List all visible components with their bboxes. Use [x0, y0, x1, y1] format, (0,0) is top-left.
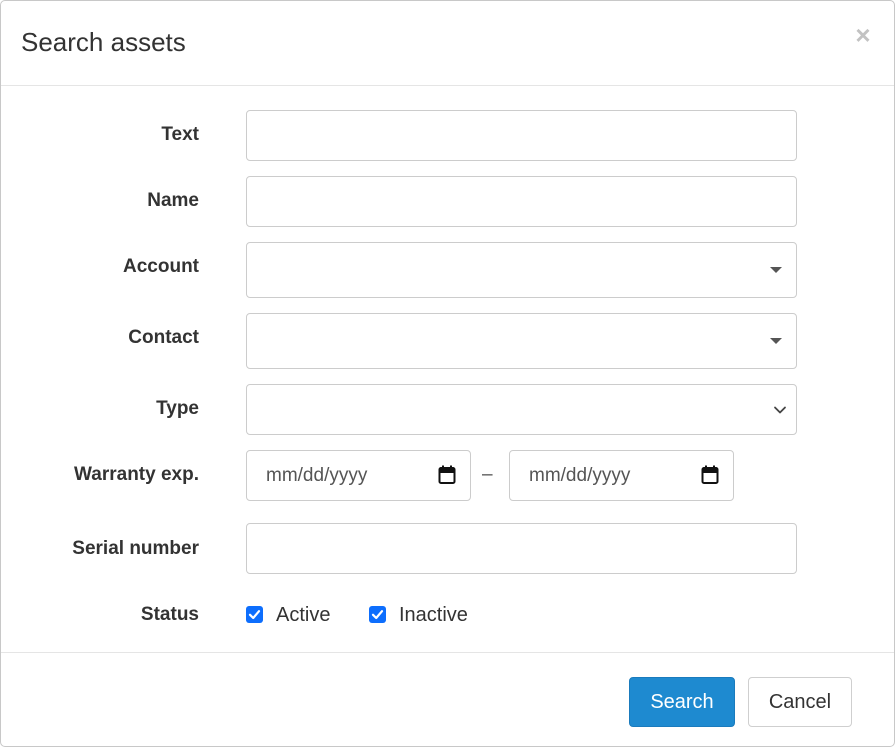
text-field[interactable]	[246, 110, 797, 161]
account-dropdown[interactable]	[246, 242, 797, 298]
warranty-label: Warranty exp.	[74, 464, 199, 485]
checkmark-icon	[248, 610, 261, 620]
dialog-header: Search assets ×	[1, 1, 894, 86]
dialog-title: Search assets	[21, 27, 186, 57]
search-button[interactable]: Search	[629, 677, 735, 727]
caret-down-icon	[770, 338, 782, 344]
contact-label: Contact	[128, 327, 199, 348]
text-label: Text	[161, 124, 199, 145]
status-label: Status	[140, 604, 199, 625]
text-input[interactable]	[247, 111, 796, 160]
checkmark-icon	[371, 610, 384, 620]
inactive-checkbox[interactable]	[369, 606, 386, 623]
active-checkbox[interactable]	[246, 606, 263, 623]
warranty-to-date[interactable]: mm/dd/yyyy	[509, 450, 734, 501]
warranty-from-date[interactable]: mm/dd/yyyy	[246, 450, 471, 501]
date-placeholder: mm/dd/yyyy	[266, 465, 368, 486]
type-label: Type	[156, 398, 199, 419]
date-placeholder: mm/dd/yyyy	[529, 465, 631, 486]
dialog-footer: Search Cancel	[1, 652, 894, 747]
name-field[interactable]	[246, 176, 797, 227]
cancel-button[interactable]: Cancel	[748, 677, 852, 727]
close-icon[interactable]: ×	[852, 21, 874, 49]
search-assets-dialog: Search assets × Text Name Account Contac…	[0, 0, 895, 747]
name-input[interactable]	[247, 177, 796, 226]
chevron-down-icon	[774, 406, 786, 413]
serial-number-label: Serial number	[72, 538, 199, 559]
calendar-icon[interactable]	[701, 465, 719, 485]
calendar-icon[interactable]	[438, 465, 456, 485]
name-label: Name	[147, 190, 199, 211]
account-label: Account	[123, 256, 199, 277]
inactive-label[interactable]: Inactive	[399, 605, 468, 625]
type-select[interactable]	[246, 384, 797, 435]
contact-dropdown[interactable]	[246, 313, 797, 369]
serial-number-field[interactable]	[246, 523, 797, 574]
date-range-separator: –	[482, 464, 493, 485]
serial-number-input[interactable]	[247, 524, 796, 573]
caret-down-icon	[770, 267, 782, 273]
active-label[interactable]: Active	[276, 605, 330, 625]
